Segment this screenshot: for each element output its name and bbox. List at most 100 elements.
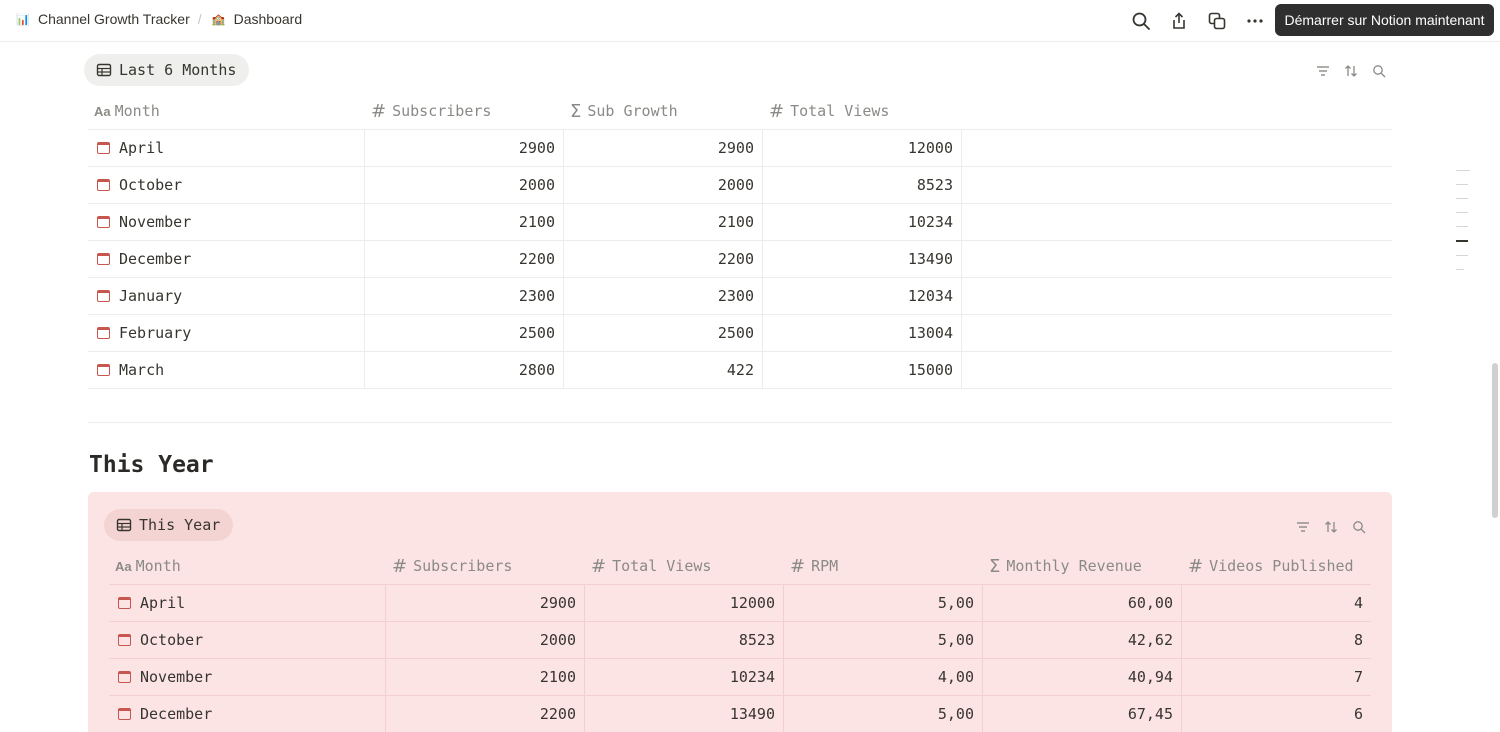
- subscribers-cell[interactable]: 2100: [386, 659, 585, 695]
- breadcrumb: 📊 Channel Growth Tracker / 🏫 Dashboard: [14, 11, 302, 27]
- total-views-cell[interactable]: 12000: [763, 130, 962, 166]
- column-header[interactable]: Aa Month: [88, 93, 365, 129]
- month-cell[interactable]: October: [109, 622, 386, 658]
- number-icon: #: [371, 100, 387, 122]
- column-header[interactable]: # Videos Published: [1182, 548, 1371, 584]
- table-row[interactable]: April 2900 2900 12000: [88, 130, 1392, 167]
- rpm-cell[interactable]: 5,00: [784, 696, 983, 732]
- sub-growth-cell[interactable]: 2000: [564, 167, 763, 203]
- table-row[interactable]: December 2200 13490 5,00 67,45 6: [109, 696, 1371, 732]
- calendar-icon: [97, 290, 110, 302]
- subscribers-cell[interactable]: 2200: [365, 241, 564, 277]
- month-cell[interactable]: November: [88, 204, 365, 240]
- column-header[interactable]: Σ Sub Growth: [564, 93, 763, 129]
- view-tab-this-year[interactable]: This Year: [104, 509, 234, 541]
- sub-growth-cell[interactable]: 2300: [564, 278, 763, 314]
- sub-growth-cell[interactable]: 2200: [564, 241, 763, 277]
- subscribers-cell[interactable]: 2900: [386, 585, 585, 621]
- filter-icon[interactable]: [1295, 519, 1311, 535]
- total-views-cell[interactable]: 13490: [585, 696, 784, 732]
- total-views-cell[interactable]: 15000: [763, 352, 962, 388]
- duplicate-icon[interactable]: [1204, 8, 1230, 34]
- share-icon[interactable]: [1166, 8, 1192, 34]
- total-views-cell[interactable]: 10234: [585, 659, 784, 695]
- column-header[interactable]: # Subscribers: [365, 93, 564, 129]
- table-row[interactable]: January 2300 2300 12034: [88, 278, 1392, 315]
- total-views-cell[interactable]: 8523: [763, 167, 962, 203]
- table-row[interactable]: February 2500 2500 13004: [88, 315, 1392, 352]
- month-cell[interactable]: April: [109, 585, 386, 621]
- table-row[interactable]: October 2000 2000 8523: [88, 167, 1392, 204]
- search-table-icon[interactable]: [1371, 63, 1387, 79]
- table-row[interactable]: March 2800 422 15000: [88, 352, 1392, 389]
- column-header[interactable]: Σ Monthly Revenue: [983, 548, 1182, 584]
- start-notion-button[interactable]: Démarrer sur Notion maintenant: [1275, 4, 1494, 36]
- month-cell[interactable]: January: [88, 278, 365, 314]
- revenue-cell[interactable]: 40,94: [983, 659, 1182, 695]
- table-row[interactable]: October 2000 8523 5,00 42,62 8: [109, 622, 1371, 659]
- sub-growth-cell[interactable]: 2900: [564, 130, 763, 166]
- empty-cell: [962, 204, 1392, 240]
- column-header[interactable]: # Total Views: [585, 548, 784, 584]
- column-header[interactable]: # Subscribers: [386, 548, 585, 584]
- subscribers-cell[interactable]: 2200: [386, 696, 585, 732]
- total-views-cell[interactable]: 10234: [763, 204, 962, 240]
- month-cell[interactable]: March: [88, 352, 365, 388]
- breadcrumb-page[interactable]: Dashboard: [234, 11, 303, 27]
- sort-icon[interactable]: [1343, 63, 1359, 79]
- total-views-cell[interactable]: 8523: [585, 622, 784, 658]
- breadcrumb-workspace[interactable]: Channel Growth Tracker: [38, 11, 190, 27]
- total-views-cell[interactable]: 13490: [763, 241, 962, 277]
- table-row[interactable]: November 2100 2100 10234: [88, 204, 1392, 241]
- search-table-icon[interactable]: [1351, 519, 1367, 535]
- filter-icon[interactable]: [1315, 63, 1331, 79]
- table-row[interactable]: November 2100 10234 4,00 40,94 7: [109, 659, 1371, 696]
- sub-growth-cell[interactable]: 2500: [564, 315, 763, 351]
- subscribers-cell[interactable]: 2500: [365, 315, 564, 351]
- month-cell[interactable]: December: [88, 241, 365, 277]
- sub-growth-cell[interactable]: 422: [564, 352, 763, 388]
- videos-cell[interactable]: 8: [1182, 622, 1371, 658]
- page-outline[interactable]: [1456, 170, 1470, 283]
- table-header: Aa Month # Subscribers Σ Sub Growth # Total Vie…: [88, 93, 1392, 130]
- empty-cell: [962, 352, 1392, 388]
- sort-icon[interactable]: [1323, 519, 1339, 535]
- rpm-cell[interactable]: 4,00: [784, 659, 983, 695]
- table-row[interactable]: April 2900 12000 5,00 60,00 4: [109, 585, 1371, 622]
- month-cell[interactable]: November: [109, 659, 386, 695]
- column-header[interactable]: # RPM: [784, 548, 983, 584]
- formula-icon: Σ: [989, 555, 1001, 577]
- subscribers-cell[interactable]: 2900: [365, 130, 564, 166]
- scrollbar[interactable]: [1492, 363, 1498, 518]
- videos-cell[interactable]: 4: [1182, 585, 1371, 621]
- rpm-cell[interactable]: 5,00: [784, 622, 983, 658]
- view-tab-last-6-months[interactable]: Last 6 Months: [84, 54, 250, 86]
- month-cell[interactable]: April: [88, 130, 365, 166]
- subscribers-cell[interactable]: 2100: [365, 204, 564, 240]
- total-views-cell[interactable]: 13004: [763, 315, 962, 351]
- sub-growth-cell[interactable]: 2100: [564, 204, 763, 240]
- subscribers-cell[interactable]: 2000: [386, 622, 585, 658]
- column-header[interactable]: # Total Views: [763, 93, 962, 129]
- rpm-cell[interactable]: 5,00: [784, 585, 983, 621]
- videos-cell[interactable]: 6: [1182, 696, 1371, 732]
- column-label: Videos Published: [1209, 557, 1354, 575]
- revenue-cell[interactable]: 42,62: [983, 622, 1182, 658]
- revenue-cell[interactable]: 67,45: [983, 696, 1182, 732]
- month-label: October: [119, 176, 183, 194]
- total-views-cell[interactable]: 12000: [585, 585, 784, 621]
- month-cell[interactable]: October: [88, 167, 365, 203]
- search-icon[interactable]: [1128, 8, 1154, 34]
- revenue-cell[interactable]: 60,00: [983, 585, 1182, 621]
- month-cell[interactable]: December: [109, 696, 386, 732]
- month-cell[interactable]: February: [88, 315, 365, 351]
- videos-cell[interactable]: 7: [1182, 659, 1371, 695]
- total-views-cell[interactable]: 12034: [763, 278, 962, 314]
- subscribers-cell[interactable]: 2000: [365, 167, 564, 203]
- subscribers-cell[interactable]: 2300: [365, 278, 564, 314]
- subscribers-cell[interactable]: 2800: [365, 352, 564, 388]
- number-icon: #: [769, 100, 785, 122]
- more-icon[interactable]: [1242, 8, 1268, 34]
- column-header[interactable]: Aa Month: [109, 548, 386, 584]
- table-row[interactable]: December 2200 2200 13490: [88, 241, 1392, 278]
